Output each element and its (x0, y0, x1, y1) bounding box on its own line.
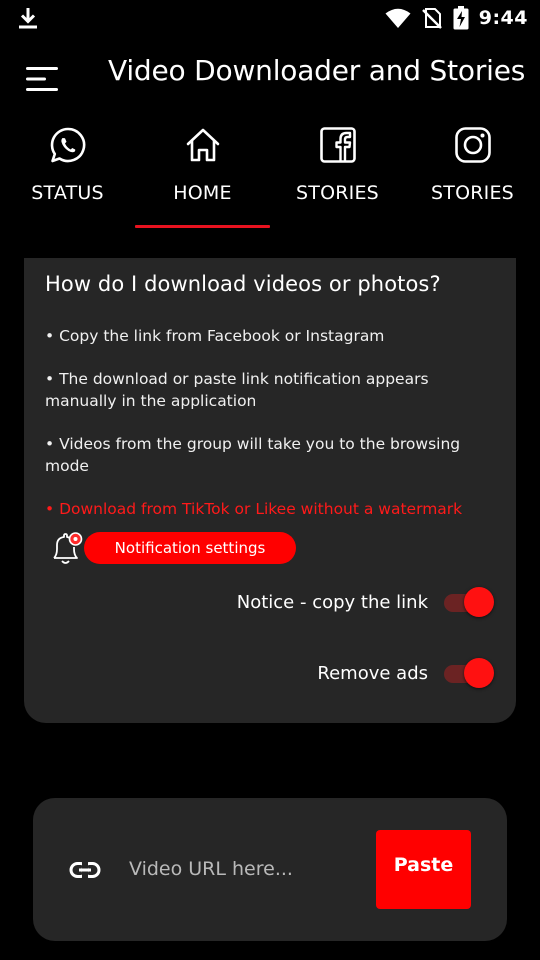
wifi-icon (385, 8, 411, 28)
tab-status[interactable]: STATUS (0, 118, 135, 230)
no-sim-icon (421, 8, 442, 29)
tab-label: STORIES (296, 182, 379, 204)
notification-bell-icon (53, 532, 83, 564)
switch-thumb (464, 587, 494, 617)
tab-facebook-stories[interactable]: STORIES (270, 118, 405, 230)
status-bar: 9:44 (0, 0, 540, 36)
notice-copy-link-switch[interactable] (444, 585, 494, 619)
instagram-icon (454, 127, 491, 163)
instruction-item: • Videos from the group will take you to… (45, 435, 461, 475)
remove-ads-switch[interactable] (444, 656, 494, 690)
app-title: Video Downloader and Stories (108, 54, 526, 87)
app-bar: Video Downloader and Stories (0, 40, 540, 110)
toggle-remove-ads: Remove ads (317, 656, 494, 690)
toggle-label: Remove ads (317, 662, 428, 684)
selected-tab-indicator (135, 225, 270, 228)
tab-home[interactable]: HOME (135, 118, 270, 230)
tab-bar: STATUS HOME STORIES STORIES (0, 118, 540, 230)
whatsapp-icon (50, 127, 85, 163)
watermark-promo-text: • Download from TikTok or Likee without … (45, 500, 463, 518)
download-icon (19, 8, 37, 29)
instruction-item: • The download or paste link notificatio… (45, 370, 429, 410)
url-input-panel: Paste (33, 798, 507, 941)
facebook-icon (319, 127, 356, 163)
notification-settings-button[interactable]: Notification settings (84, 532, 296, 564)
link-icon (69, 861, 101, 879)
home-icon (186, 128, 219, 162)
toggle-label: Notice - copy the link (236, 591, 428, 613)
clock: 9:44 (478, 7, 528, 29)
tab-label: HOME (173, 182, 232, 204)
paste-button[interactable]: Paste (376, 830, 471, 909)
toggle-notice-copy-link: Notice - copy the link (237, 585, 494, 619)
instruction-item: • Copy the link from Facebook or Instagr… (45, 327, 385, 345)
tab-label: STORIES (431, 182, 514, 204)
card-title: How do I download videos or photos? (45, 272, 441, 296)
tab-label: STATUS (31, 182, 104, 204)
switch-thumb (464, 658, 494, 688)
video-url-input[interactable] (129, 850, 359, 888)
menu-icon[interactable] (26, 66, 60, 92)
instructions-card: How do I download videos or photos? • Co… (24, 258, 516, 723)
battery-charging-icon (453, 6, 469, 30)
tab-instagram-stories[interactable]: STORIES (405, 118, 540, 230)
